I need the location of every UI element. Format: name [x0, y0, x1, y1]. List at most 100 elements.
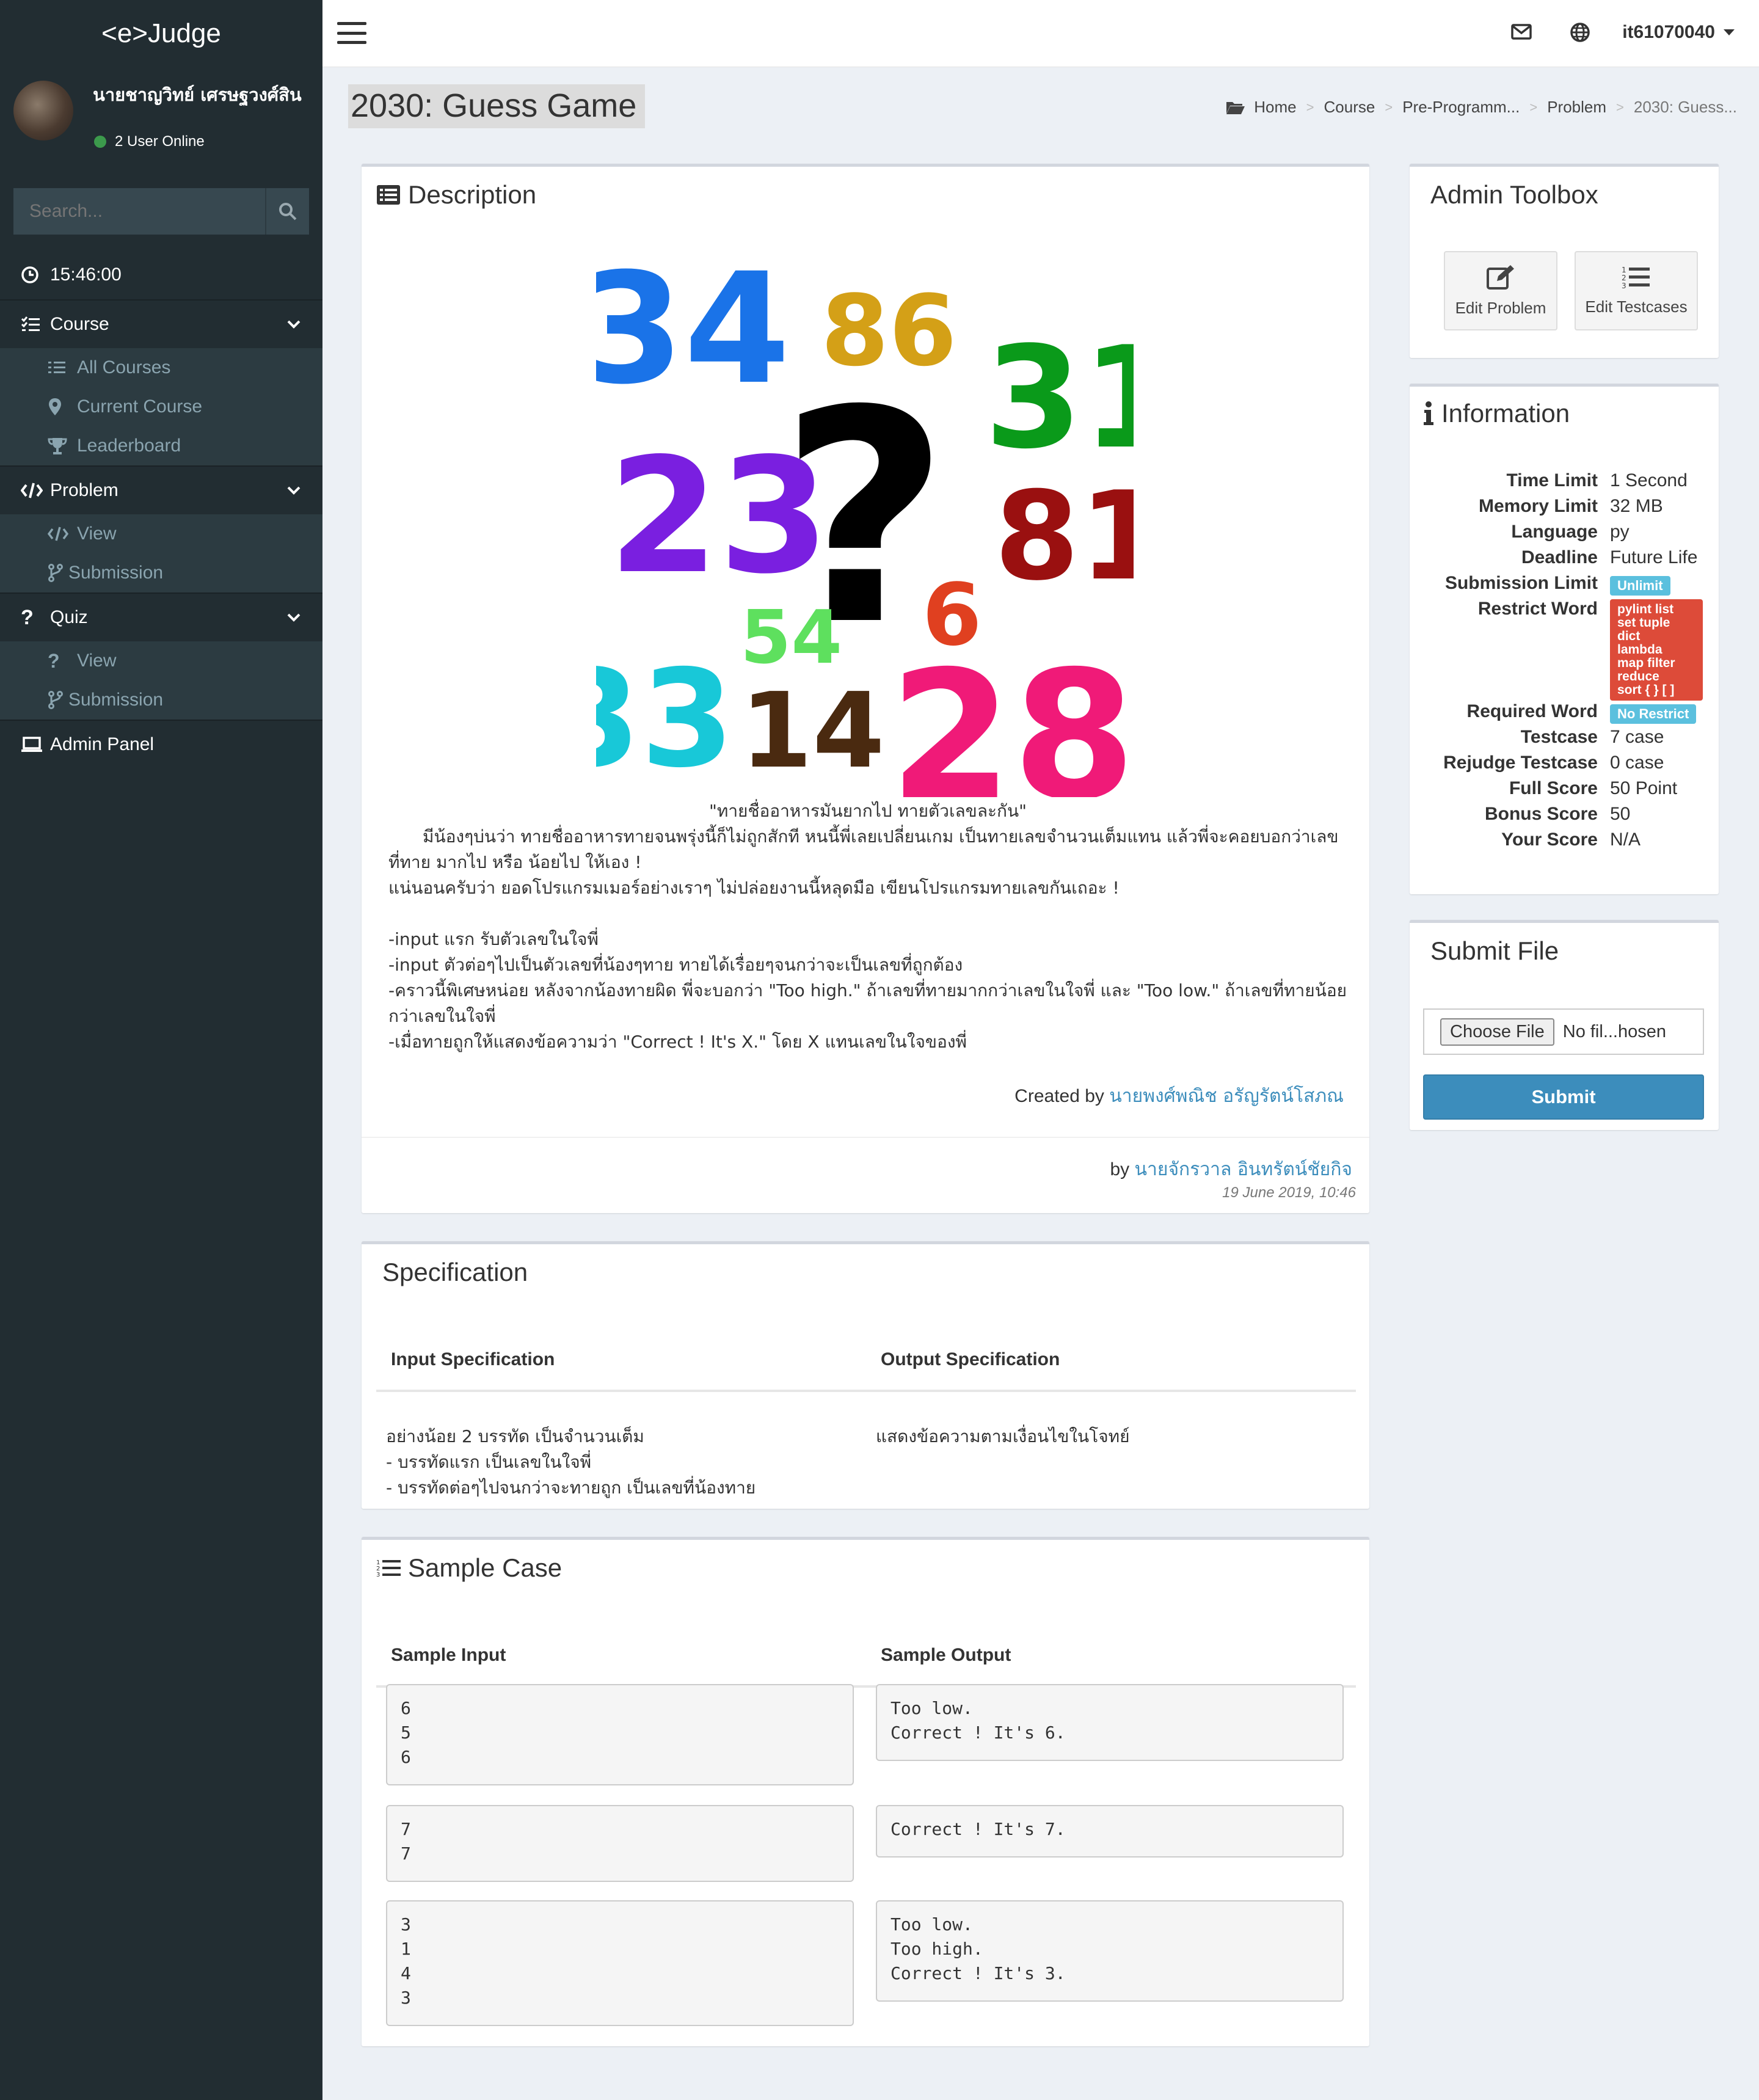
sample-header-row: Sample Input Sample Output — [376, 1625, 1356, 1688]
file-input[interactable]: Choose File No fil...hosen — [1423, 1008, 1704, 1055]
specification-box: Specification Input Specification Output… — [362, 1241, 1369, 1509]
created-by-link[interactable]: นายพงศ์พณิช อรัญรัตน์โสภณ — [1109, 1085, 1344, 1107]
search-button[interactable] — [265, 188, 309, 235]
image-number: 31 — [985, 317, 1134, 480]
info-label: Memory Limit — [1478, 496, 1598, 516]
problem-submenu: View Submission — [0, 514, 322, 592]
breadcrumb-separator: > — [1616, 99, 1624, 115]
sidebar-item-problem-view[interactable]: View — [0, 514, 322, 553]
edit-problem-button[interactable]: Edit Problem — [1444, 251, 1557, 330]
image-number: 34 — [596, 260, 790, 418]
online-text: 2 User Online — [115, 133, 205, 150]
sidebar-item-leaderboard[interactable]: Leaderboard — [0, 426, 322, 465]
sample-input-3[interactable]: 3 1 4 3 — [386, 1900, 854, 2026]
description-caption: "ทายชื่ออาหารมันยากไป ทายตัวเลขละกัน" — [708, 801, 1027, 821]
svg-text:3: 3 — [376, 1572, 380, 1578]
sample-input-2[interactable]: 7 7 — [386, 1805, 854, 1882]
restrict-word: map filter — [1617, 656, 1675, 670]
info-value: Unlimit — [1610, 574, 1670, 596]
sidebar-item-label: Problem — [50, 480, 118, 500]
edit-testcases-button[interactable]: 123 Edit Testcases — [1575, 251, 1698, 330]
online-dot-icon — [94, 136, 106, 148]
specification-table: Input Specification Output Specification… — [376, 1330, 1356, 1501]
description-paragraph: มีน้องๆบ่นว่า ทายชื่ออาหารทายจนพรุ่งนี้ก… — [388, 826, 1339, 872]
envelope-icon[interactable] — [1511, 23, 1532, 43]
restrict-word: set tuple — [1617, 616, 1670, 630]
trophy-icon — [48, 437, 77, 455]
sidebar-item-all-courses[interactable]: All Courses — [0, 348, 322, 387]
submit-button[interactable]: Submit — [1423, 1074, 1704, 1120]
question-icon: ? — [48, 649, 60, 672]
avatar — [13, 81, 73, 140]
user-name: นายชาญวิทย์ เศรษฐวงศ์สิน — [93, 84, 302, 105]
list-ol-icon: 123 — [376, 1558, 401, 1578]
sidebar-item-admin-panel[interactable]: Admin Panel — [0, 720, 322, 768]
breadcrumb-separator: > — [1306, 99, 1314, 115]
breadcrumb-course-name[interactable]: Pre-Programm... — [1402, 98, 1520, 117]
caret-down-icon — [1724, 29, 1735, 35]
submit-file-box: Submit File Choose File No fil...hosen S… — [1410, 920, 1719, 1130]
globe-icon[interactable] — [1570, 22, 1590, 46]
choose-file-button[interactable]: Choose File — [1440, 1018, 1554, 1046]
course-submenu: All Courses Current Course Leaderboard — [0, 348, 322, 465]
guess-numbers-image: 34 86 31 23 ? 81 54 6 33 14 28 — [596, 260, 1134, 797]
sample-input-header: Sample Input — [391, 1645, 506, 1665]
description-rule: -input ตัวต่อๆไปเป็นตัวเลขที่น้องๆทาย ทา… — [388, 955, 963, 975]
sidebar-item-quiz[interactable]: ? Quiz — [0, 592, 322, 641]
edited-by-link[interactable]: นายจักรวาล อินทรัตน์ชัยกิจ — [1135, 1159, 1352, 1180]
info-label: Submission Limit — [1444, 573, 1598, 593]
sidebar: <e>Judge นายชาญวิทย์ เศรษฐวงศ์สิน 2 User… — [0, 0, 322, 2100]
sidebar-item-label: All Courses — [77, 357, 171, 377]
info-value: py — [1610, 522, 1630, 542]
app-logo[interactable]: <e>Judge — [0, 0, 322, 67]
breadcrumb-course[interactable]: Course — [1324, 98, 1375, 117]
restrict-word: sort { } [ ] — [1617, 683, 1675, 697]
submit-file-title: Submit File — [1430, 936, 1559, 965]
output-spec-text: แสดงข้อความตามเงื่อนไขในโจทย์ — [876, 1426, 1130, 1446]
search-input[interactable] — [13, 188, 265, 235]
username: it61070040 — [1622, 22, 1715, 42]
code-icon — [21, 483, 50, 498]
breadcrumb-problem[interactable]: Problem — [1547, 98, 1606, 117]
info-label: Bonus Score — [1484, 804, 1598, 824]
edit-icon — [1486, 264, 1515, 295]
output-spec-header: Output Specification — [881, 1349, 1060, 1369]
sidebar-item-label: Admin Panel — [50, 734, 155, 754]
restrict-word: lambda — [1617, 643, 1662, 657]
image-number: 28 — [889, 633, 1134, 797]
sidebar-item-label: Submission — [68, 690, 164, 710]
breadcrumb-home[interactable]: Home — [1254, 98, 1296, 117]
sidebar-item-current-course[interactable]: Current Course — [0, 387, 322, 426]
quiz-submenu: ? View Submission — [0, 641, 322, 720]
sidebar-item-problem-submission[interactable]: Submission — [0, 553, 322, 592]
breadcrumb: Home > Course > Pre-Programm... > Proble… — [1226, 98, 1737, 117]
sidebar-item-problem[interactable]: Problem — [0, 465, 322, 514]
file-status: No fil...hosen — [1562, 1021, 1667, 1041]
sample-output-3[interactable]: Too low. Too high. Correct ! It's 3. — [876, 1900, 1344, 2002]
sidebar-item-quiz-submission[interactable]: Submission — [0, 680, 322, 720]
user-panel: นายชาญวิทย์ เศรษฐวงศ์สิน 2 User Online — [0, 67, 322, 177]
info-label: Language — [1511, 522, 1598, 542]
svg-text:1: 1 — [1622, 266, 1626, 274]
info-value: pylint list set tuple dict lambda map fi… — [1610, 599, 1703, 701]
info-label: Time Limit — [1506, 470, 1598, 490]
specification-title: Specification — [382, 1258, 528, 1286]
sidebar-item-label: Submission — [68, 563, 164, 583]
sidebar-toggle-icon[interactable] — [337, 22, 366, 44]
sample-input-1[interactable]: 6 5 6 — [386, 1684, 854, 1785]
sidebar-nav: 15:46:00 Course All Courses Current Cour… — [0, 250, 322, 768]
by-label: by — [1110, 1159, 1130, 1179]
sample-output-2[interactable]: Correct ! It's 7. — [876, 1805, 1344, 1858]
user-menu[interactable]: it61070040 — [1622, 22, 1735, 43]
sidebar-item-course[interactable]: Course — [0, 299, 322, 348]
description-paragraph: แน่นอนครับว่า ยอดโปรแกรมเมอร์อย่างเราๆ ไ… — [388, 878, 1120, 898]
sidebar-item-quiz-view[interactable]: ? View — [0, 641, 322, 680]
input-spec-text: อย่างน้อย 2 บรรทัด เป็นจำนวนเต็ม - บรรทั… — [386, 1426, 756, 1498]
info-value: 50 Point — [1610, 778, 1678, 798]
info-value: 32 MB — [1610, 496, 1663, 516]
svg-text:3: 3 — [1622, 282, 1626, 290]
breadcrumb-separator: > — [1385, 99, 1393, 115]
breadcrumb-current: 2030: Guess... — [1633, 98, 1737, 116]
sample-output-1[interactable]: Too low. Correct ! It's 6. — [876, 1684, 1344, 1761]
question-icon: ? — [21, 605, 34, 629]
